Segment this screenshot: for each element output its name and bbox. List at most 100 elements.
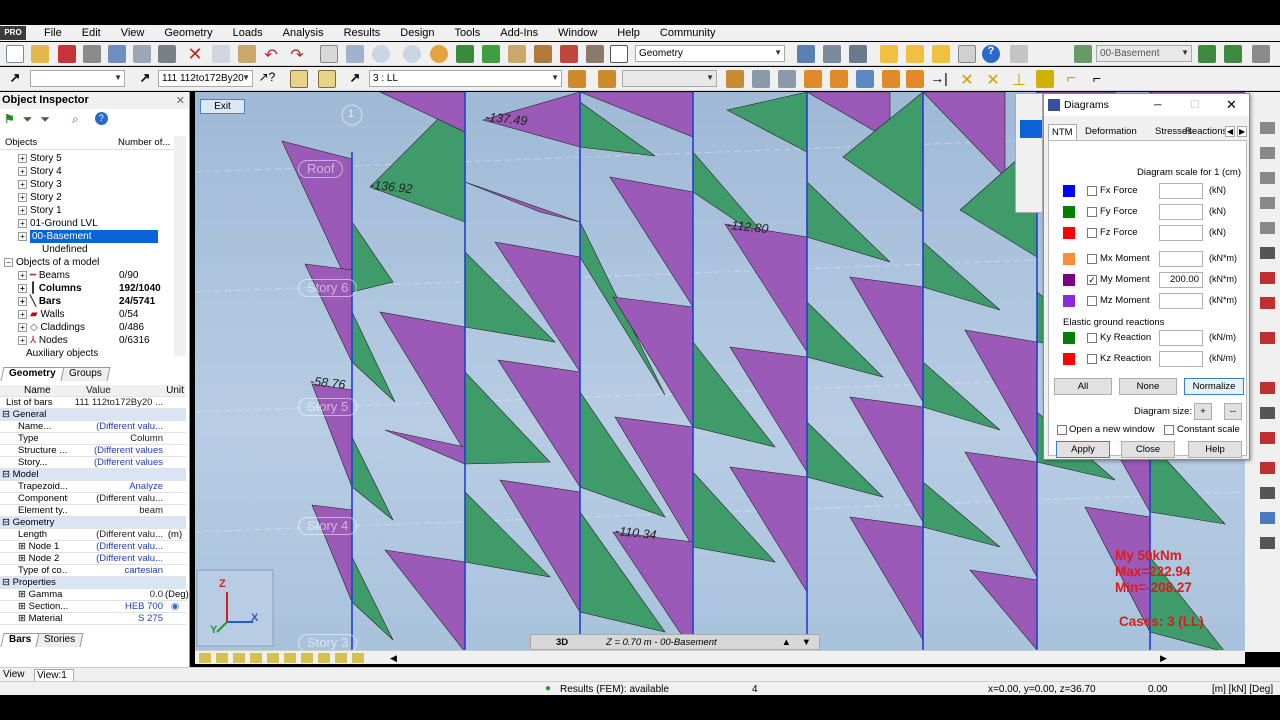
node-selection-combo[interactable]: ▼ xyxy=(30,70,125,87)
tab-bars[interactable]: Bars xyxy=(0,633,40,647)
open-new-window-checkbox[interactable] xyxy=(1057,425,1067,435)
tree-icon[interactable]: ⚑ xyxy=(4,112,15,132)
property-row[interactable]: Components (Different valu... xyxy=(0,493,186,505)
kz-input[interactable] xyxy=(1159,351,1203,367)
view-tool-icon[interactable] xyxy=(1260,172,1275,184)
tree-item-beams[interactable]: + ━ Beams 0/90 xyxy=(18,269,183,282)
plane-down-icon[interactable]: ▼ xyxy=(802,635,811,650)
apply-button[interactable]: Apply xyxy=(1056,441,1110,458)
tab-reactions[interactable]: Reactions xyxy=(1182,124,1230,140)
all-button[interactable]: All xyxy=(1054,378,1112,395)
break-icon[interactable]: ⊥ xyxy=(1010,70,1028,89)
filter-icon[interactable]: ⏷ xyxy=(23,112,33,132)
tools-icon[interactable] xyxy=(586,45,604,63)
minimize-icon[interactable]: ─ xyxy=(1154,94,1161,116)
menu-addins[interactable]: Add-Ins xyxy=(490,27,548,39)
view-tool-icons[interactable] xyxy=(199,653,369,663)
property-group[interactable]: ⊟ Model xyxy=(0,469,186,481)
edit-icon[interactable] xyxy=(346,45,364,63)
property-row[interactable]: Type Column xyxy=(0,433,186,445)
view-tool-icon[interactable] xyxy=(1260,537,1275,549)
copy-icon[interactable] xyxy=(212,45,230,63)
node-select-icon[interactable]: ↗ xyxy=(6,70,24,88)
view-tool-icon[interactable] xyxy=(1260,122,1275,134)
horizontal-scrollbar[interactable]: ◀ ▶ xyxy=(380,650,1245,664)
move-icon[interactable] xyxy=(752,70,770,88)
story-down-icon[interactable] xyxy=(1224,45,1242,63)
property-group[interactable]: ⊟ General xyxy=(0,409,186,421)
mirror-icon[interactable] xyxy=(856,70,874,88)
tab-geometry[interactable]: Geometry xyxy=(0,367,65,381)
story-icon[interactable] xyxy=(1074,45,1092,63)
layout-icon[interactable] xyxy=(610,45,628,63)
view-tool-icon[interactable] xyxy=(1260,382,1275,394)
display-icon[interactable] xyxy=(958,45,976,63)
tab-ntm[interactable]: NTM xyxy=(1048,124,1077,140)
tree-item-columns[interactable]: + ┃ Columns 192/1040 xyxy=(18,282,183,295)
property-row[interactable]: Structure ... (Different values xyxy=(0,445,186,457)
property-row[interactable]: Length (Different valu... (m) xyxy=(0,529,186,541)
select-special-icon[interactable]: ↗? xyxy=(258,70,276,88)
extend-icon[interactable]: ✕ xyxy=(984,70,1002,89)
menu-window[interactable]: Window xyxy=(548,27,607,39)
mx-checkbox[interactable] xyxy=(1087,254,1097,264)
paste-icon[interactable] xyxy=(238,45,256,63)
open-file-icon[interactable] xyxy=(31,45,49,63)
select-icon[interactable] xyxy=(456,45,474,63)
tree-item-story1[interactable]: + Story 1 xyxy=(18,204,62,217)
story-combo[interactable]: 00-Basement ▼ xyxy=(1096,45,1192,62)
tree-item-walls[interactable]: + ▰ Walls 0/54 xyxy=(18,308,183,321)
menu-loads[interactable]: Loads xyxy=(223,27,273,39)
structure-icon[interactable] xyxy=(508,45,526,63)
divide-icon[interactable] xyxy=(906,70,924,88)
view-tool-icon[interactable] xyxy=(1260,432,1275,444)
tree-item-bars[interactable]: + ╲ Bars 24/5741 xyxy=(18,295,183,308)
work-plane[interactable]: Z = 0.70 m - 00-Basement xyxy=(606,635,717,650)
view-tool-icon[interactable] xyxy=(1260,272,1275,284)
units[interactable]: [m] [kN] [Deg] xyxy=(1212,684,1273,695)
fx-checkbox[interactable] xyxy=(1087,186,1097,196)
my-input[interactable]: 200.00 xyxy=(1159,272,1203,288)
zoom-all-icon[interactable] xyxy=(430,45,448,63)
fz-checkbox[interactable] xyxy=(1087,228,1097,238)
menu-help[interactable]: Help xyxy=(607,27,650,39)
fx-input[interactable] xyxy=(1159,183,1203,199)
grid-icon[interactable] xyxy=(823,45,841,63)
zoom-icon[interactable] xyxy=(372,45,390,63)
property-row[interactable]: Story... (Different values xyxy=(0,457,186,469)
tree-item-story3[interactable]: + Story 3 xyxy=(18,178,62,191)
scroll-right-icon[interactable]: ▶ xyxy=(1160,653,1167,664)
fz-input[interactable] xyxy=(1159,225,1203,241)
scale-icon[interactable] xyxy=(882,70,900,88)
tree-item-ground[interactable]: +01-Ground LVL xyxy=(18,217,98,230)
view-tool-icon[interactable] xyxy=(1260,407,1275,419)
case-icon[interactable] xyxy=(568,70,586,88)
maximize-icon[interactable]: ☐ xyxy=(1190,94,1199,116)
close-icon[interactable]: ✕ xyxy=(1226,94,1237,116)
tree-item-story2[interactable]: + Story 2 xyxy=(18,191,62,204)
delete-icon[interactable]: ✕ xyxy=(186,45,204,63)
mode-combo[interactable]: ▼ xyxy=(622,70,717,87)
tab-scroll-right-icon[interactable]: ▶ xyxy=(1237,126,1248,137)
menu-design[interactable]: Design xyxy=(390,27,444,39)
axis-icon[interactable] xyxy=(849,45,867,63)
layout-combo[interactable]: Geometry ▼ xyxy=(635,45,785,62)
property-row[interactable]: Name... (Different valu... xyxy=(0,421,186,433)
undo-icon[interactable]: ↶ xyxy=(262,45,280,64)
exit-button[interactable]: Exit xyxy=(200,99,245,114)
load-case-combo[interactable]: 3 : LL ▼ xyxy=(369,70,562,87)
menu-tools[interactable]: Tools xyxy=(445,27,491,39)
design-icon[interactable] xyxy=(534,45,552,63)
tree-item-auxiliary[interactable]: Auxiliary objects xyxy=(26,347,98,360)
property-row[interactable]: ⊞ Gamma 0.0 (Deg) xyxy=(0,589,189,601)
close-button[interactable]: Close xyxy=(1121,441,1175,458)
plane-up-icon[interactable]: ▲ xyxy=(782,635,791,650)
fillet-icon[interactable] xyxy=(1036,70,1054,88)
menu-community[interactable]: Community xyxy=(650,27,726,39)
ky-input[interactable] xyxy=(1159,330,1203,346)
print-preview-icon[interactable] xyxy=(108,45,126,63)
bar-selection-combo[interactable]: 111 112to172By20 ▼ xyxy=(158,70,253,87)
tree-item-undefined[interactable]: Undefined xyxy=(42,243,88,256)
property-row[interactable]: List of bars 111 112to172By20 ... xyxy=(0,397,186,409)
menu-edit[interactable]: Edit xyxy=(72,27,111,39)
